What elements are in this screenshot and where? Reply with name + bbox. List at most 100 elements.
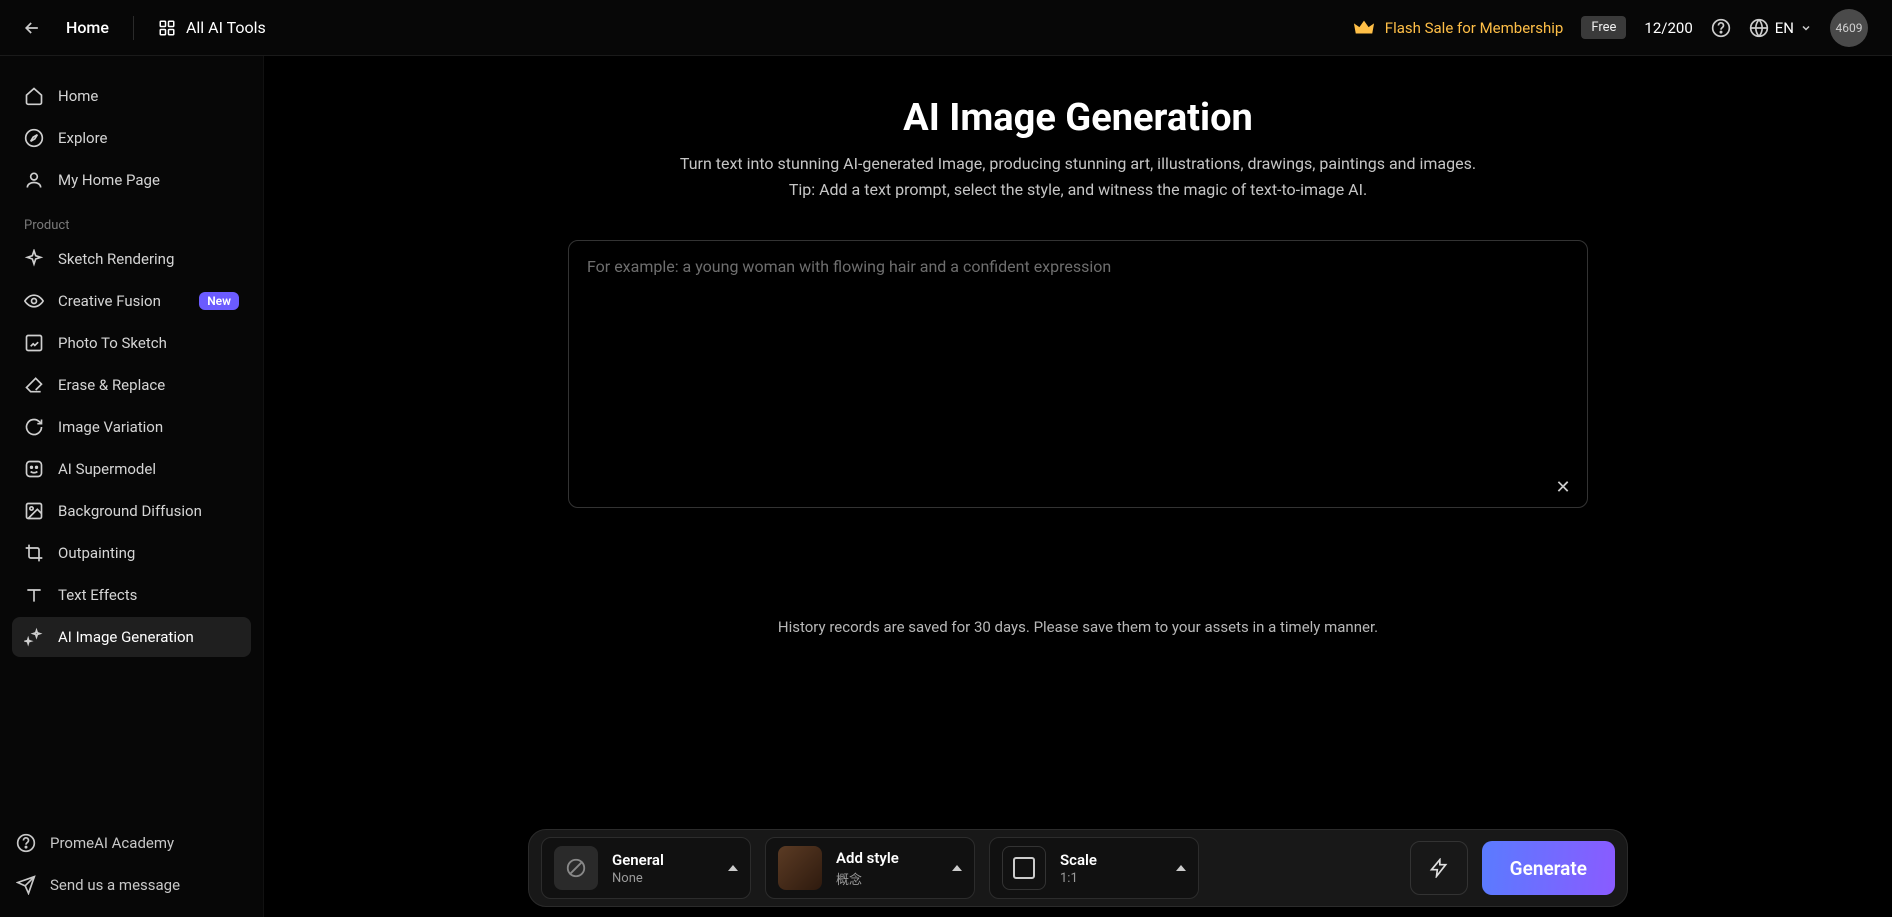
sidebar-item-label: Outpainting — [58, 544, 135, 562]
sidebar-item-label: Explore — [58, 129, 108, 147]
option-title: General — [612, 851, 664, 869]
eye-icon — [24, 291, 44, 311]
sidebar-item-label: My Home Page — [58, 171, 160, 189]
option-subtitle: 概念 — [836, 869, 899, 888]
page-title: AI Image Generation — [264, 96, 1892, 140]
aspect-icon — [1002, 846, 1046, 890]
sidebar-item-ai-image-generation[interactable]: AI Image Generation — [12, 617, 251, 657]
footer-link-send-message[interactable]: Send us a message — [12, 865, 251, 905]
option-subtitle: None — [612, 871, 664, 886]
sidebar-item-label: Background Diffusion — [58, 502, 202, 520]
chevron-up-icon — [952, 865, 962, 871]
sidebar-products-group: Sketch Rendering Creative Fusion New Pho… — [12, 239, 251, 657]
sidebar-item-sketch-rendering[interactable]: Sketch Rendering — [12, 239, 251, 279]
bolt-icon — [1429, 858, 1449, 878]
all-ai-tools-label: All AI Tools — [186, 18, 266, 37]
help-icon[interactable] — [1711, 18, 1731, 38]
option-scale[interactable]: Scale 1:1 — [989, 837, 1199, 899]
sidebar-footer: PromeAI Academy Send us a message — [12, 823, 251, 905]
chevron-down-icon — [1800, 22, 1812, 34]
none-icon — [554, 846, 598, 890]
sidebar-item-ai-supermodel[interactable]: AI Supermodel — [12, 449, 251, 489]
quick-action-button[interactable] — [1410, 841, 1468, 895]
sidebar-item-home[interactable]: Home — [12, 76, 251, 116]
sidebar-item-image-variation[interactable]: Image Variation — [12, 407, 251, 447]
option-general[interactable]: General None — [541, 837, 751, 899]
option-bar: General None Add style 概念 Scale 1:1 — [528, 829, 1628, 907]
sidebar-item-outpainting[interactable]: Outpainting — [12, 533, 251, 573]
help-circle-icon — [16, 833, 36, 853]
plan-badge: Free — [1581, 16, 1626, 39]
footer-link-label: Send us a message — [50, 876, 180, 894]
footer-link-academy[interactable]: PromeAI Academy — [12, 823, 251, 863]
home-link[interactable]: Home — [66, 18, 109, 37]
prompt-box: ✕ — [568, 240, 1588, 508]
sidebar-item-label: Home — [58, 87, 98, 105]
sidebar-item-label: Photo To Sketch — [58, 334, 167, 352]
sidebar-item-erase-replace[interactable]: Erase & Replace — [12, 365, 251, 405]
prohibit-icon — [565, 857, 587, 879]
sidebar-item-label: Image Variation — [58, 418, 163, 436]
sidebar-nav-group: Home Explore My Home Page — [12, 76, 251, 200]
sidebar-item-label: Erase & Replace — [58, 376, 165, 394]
text-icon — [24, 585, 44, 605]
credits-counter: 12/200 — [1644, 19, 1692, 37]
crown-icon — [1353, 17, 1375, 39]
crop-icon — [24, 543, 44, 563]
eraser-icon — [24, 375, 44, 395]
hero-subtitle-1: Turn text into stunning AI-generated Ima… — [264, 152, 1892, 176]
prompt-container: ✕ — [264, 240, 1892, 508]
sidebar-item-label: AI Supermodel — [58, 460, 156, 478]
generate-label: Generate — [1510, 857, 1587, 880]
option-title: Add style — [836, 849, 899, 867]
sidebar-item-creative-fusion[interactable]: Creative Fusion New — [12, 281, 251, 321]
refresh-icon — [24, 417, 44, 437]
compass-icon — [24, 128, 44, 148]
avatar-label: 4609 — [1836, 21, 1863, 35]
option-text: Scale 1:1 — [1060, 851, 1097, 886]
hero: AI Image Generation Turn text into stunn… — [264, 96, 1892, 202]
sidebar-section-label: Product — [12, 200, 251, 239]
topbar: Home All AI Tools Flash Sale for Members… — [0, 0, 1892, 56]
sidebar-item-label: Creative Fusion — [58, 292, 161, 310]
flash-sale-link[interactable]: Flash Sale for Membership — [1353, 17, 1564, 39]
sidebar-item-label: Sketch Rendering — [58, 250, 174, 268]
sidebar-item-label: Text Effects — [58, 586, 137, 604]
chevron-up-icon — [1176, 865, 1186, 871]
face-icon — [24, 459, 44, 479]
option-add-style[interactable]: Add style 概念 — [765, 837, 975, 899]
clear-prompt-button[interactable]: ✕ — [1553, 477, 1573, 497]
sidebar: Home Explore My Home Page Product Sketch… — [0, 56, 264, 917]
language-selector[interactable]: EN — [1749, 18, 1812, 38]
new-badge: New — [199, 292, 239, 310]
all-ai-tools-link[interactable]: All AI Tools — [158, 18, 266, 37]
sidebar-item-photo-to-sketch[interactable]: Photo To Sketch — [12, 323, 251, 363]
user-icon — [24, 170, 44, 190]
hero-subtitle-2: Tip: Add a text prompt, select the style… — [264, 178, 1892, 202]
option-text: General None — [612, 851, 664, 886]
sparkle-icon — [24, 249, 44, 269]
sidebar-item-my-home-page[interactable]: My Home Page — [12, 160, 251, 200]
topbar-right: Flash Sale for Membership Free 12/200 EN… — [1353, 9, 1868, 47]
main: AI Image Generation Turn text into stunn… — [264, 56, 1892, 917]
sidebar-item-explore[interactable]: Explore — [12, 118, 251, 158]
back-button[interactable] — [16, 12, 48, 44]
edit-icon — [24, 333, 44, 353]
language-label: EN — [1775, 19, 1794, 37]
sidebar-item-text-effects[interactable]: Text Effects — [12, 575, 251, 615]
topbar-left: Home All AI Tools — [16, 12, 266, 44]
sidebar-item-background-diffusion[interactable]: Background Diffusion — [12, 491, 251, 531]
arrow-left-icon — [22, 18, 42, 38]
prompt-input[interactable] — [587, 257, 1569, 491]
image-icon — [24, 501, 44, 521]
home-icon — [24, 86, 44, 106]
option-title: Scale — [1060, 851, 1097, 869]
avatar[interactable]: 4609 — [1830, 9, 1868, 47]
grid-icon — [158, 19, 176, 37]
footer-link-label: PromeAI Academy — [50, 834, 174, 852]
flash-sale-label: Flash Sale for Membership — [1385, 19, 1564, 37]
generate-button[interactable]: Generate — [1482, 841, 1615, 895]
close-icon: ✕ — [1555, 477, 1570, 498]
sidebar-item-label: AI Image Generation — [58, 628, 194, 646]
style-thumbnail — [778, 846, 822, 890]
